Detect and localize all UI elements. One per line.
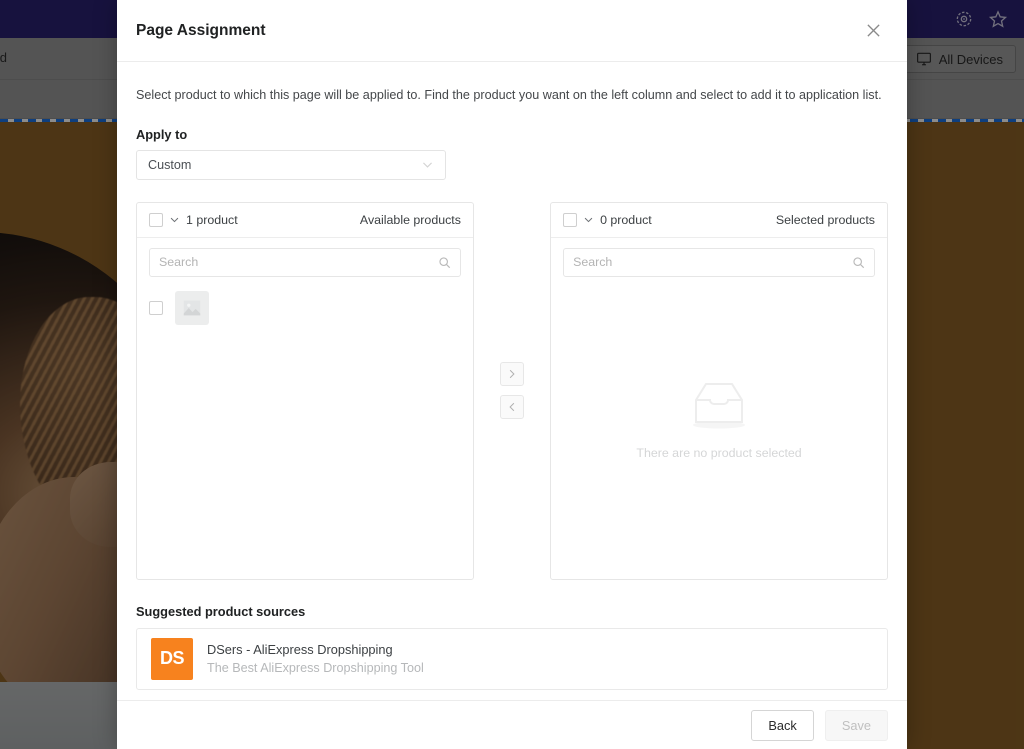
chevron-right-icon: [507, 369, 517, 379]
available-product-list: [137, 277, 473, 579]
source-description: The Best AliExpress Dropshipping Tool: [207, 661, 424, 676]
intro-description: Select product to which this page will b…: [136, 88, 882, 102]
available-product-count: 1 product: [186, 212, 238, 227]
available-select-all-checkbox[interactable]: [149, 212, 163, 227]
close-icon[interactable]: [858, 16, 888, 46]
selected-product-count: 0 product: [600, 212, 652, 227]
available-products-panel: 1 product Available products: [136, 201, 474, 580]
chevron-down-icon: [421, 158, 434, 171]
apply-to-selected-value: Custom: [148, 157, 192, 172]
search-input[interactable]: [573, 255, 852, 270]
empty-state-text: There are no product selected: [636, 445, 802, 460]
selected-select-all-checkbox[interactable]: [563, 212, 578, 227]
modal-body: Select product to which this page will b…: [117, 62, 907, 700]
selected-search-field[interactable]: [563, 247, 875, 277]
search-input[interactable]: [159, 255, 438, 270]
page-title: Page Assignment: [136, 21, 266, 39]
modal-header: Page Assignment: [117, 0, 907, 62]
product-transfer: 1 product Available products Search 0 pr…: [136, 201, 888, 580]
image-placeholder-icon: [175, 290, 209, 325]
page-assignment-modal: Page Assignment Select product to which …: [117, 0, 907, 749]
product-checkbox[interactable]: [149, 300, 163, 315]
move-left-button[interactable]: [500, 395, 524, 420]
transfer-buttons: [474, 202, 550, 580]
apply-to-select[interactable]: Custom: [136, 149, 446, 180]
available-panel-header: 1 product Available products: [137, 203, 473, 238]
source-name: DSers - AliExpress Dropshipping: [207, 641, 393, 657]
dsers-logo-icon: DS: [151, 637, 193, 680]
selected-panel-title: Selected products: [775, 212, 875, 227]
selected-products-panel: 0 product Selected products Search There…: [550, 201, 888, 580]
available-search-wrap: [137, 238, 473, 277]
selected-panel-header: 0 product Selected products: [551, 203, 887, 238]
back-button[interactable]: Back: [751, 709, 814, 741]
available-panel-title: Available products: [359, 212, 461, 227]
empty-tray-icon: [686, 378, 752, 430]
search-icon: [438, 256, 451, 269]
chevron-down-icon[interactable]: [169, 214, 180, 225]
move-right-button[interactable]: [500, 362, 524, 387]
selected-empty-state: There are no product selected: [551, 277, 887, 579]
modal-footer: Back Save: [117, 700, 907, 749]
chevron-down-icon[interactable]: [583, 214, 594, 225]
source-item-dsers[interactable]: DS DSers - AliExpress Dropshipping The B…: [136, 627, 888, 690]
chevron-left-icon: [507, 402, 517, 412]
search-icon: [852, 256, 865, 269]
save-button[interactable]: Save: [824, 709, 888, 741]
suggested-sources-label: Suggested product sources: [136, 603, 306, 619]
apply-to-label: Apply to: [136, 126, 188, 142]
available-search-field[interactable]: [149, 247, 461, 277]
selected-search-wrap: [551, 238, 887, 277]
list-item[interactable]: [149, 290, 461, 325]
